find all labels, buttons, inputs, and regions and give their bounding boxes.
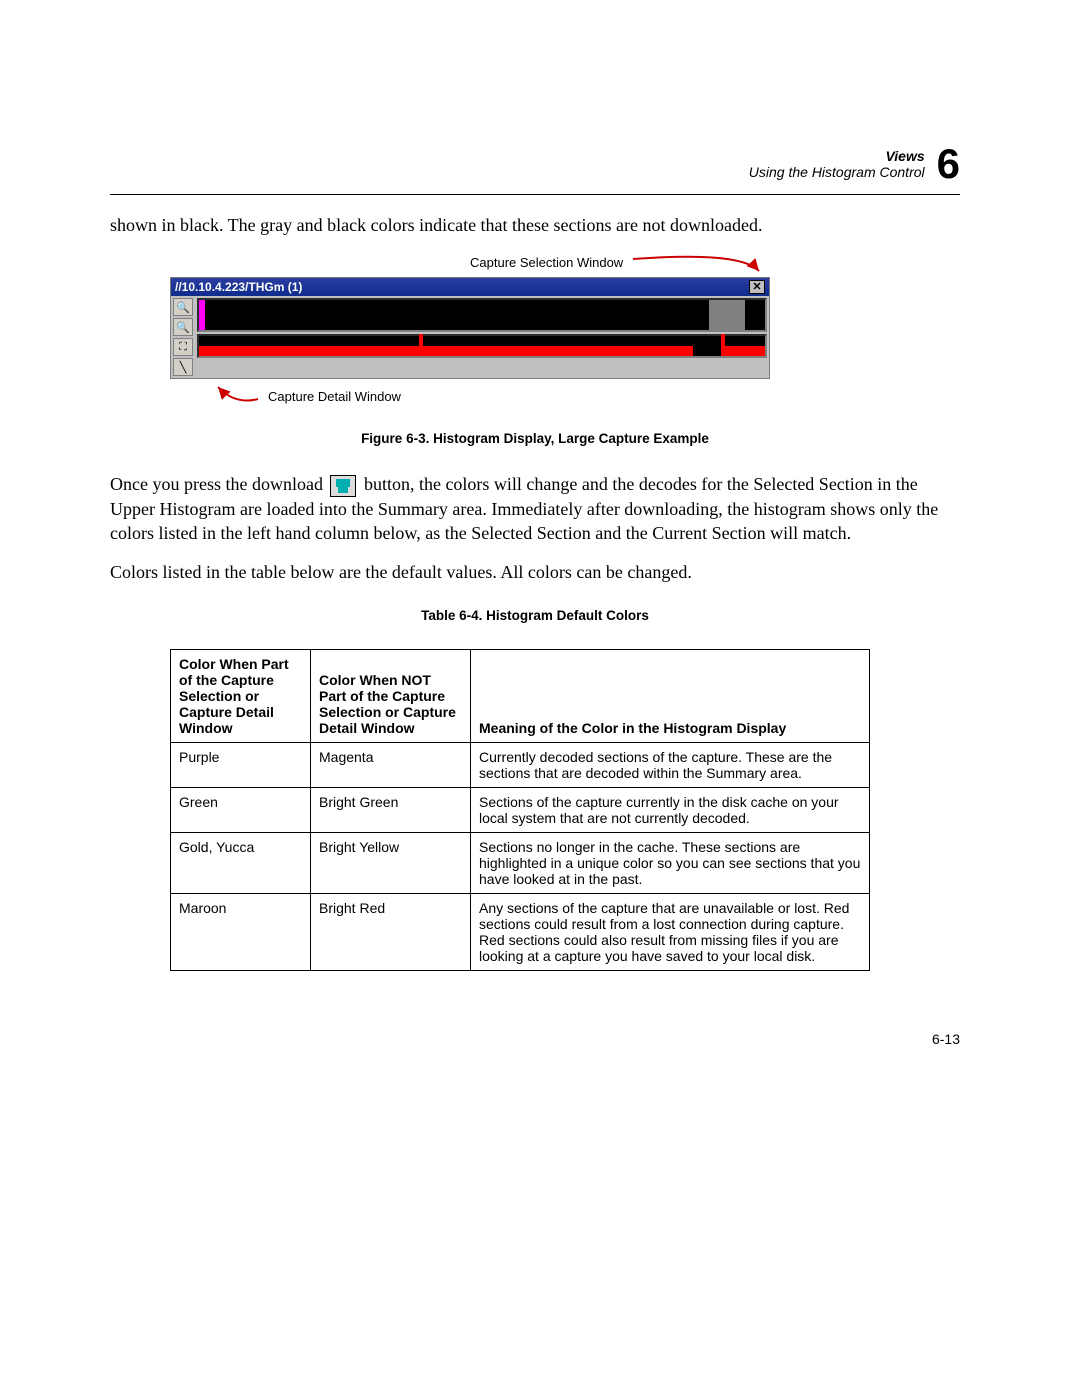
table-header-3: Meaning of the Color in the Histogram Di… [471, 650, 870, 743]
table-cell: Bright Yellow [311, 833, 471, 894]
table-caption: Table 6-4. Histogram Default Colors [110, 608, 960, 623]
table-cell: Any sections of the capture that are una… [471, 894, 870, 971]
table-row: Maroon Bright Red Any sections of the ca… [171, 894, 870, 971]
chapter-number: 6 [937, 140, 960, 188]
capture-selection-plot[interactable] [197, 298, 767, 332]
histogram-colors-table: Color When Part of the Capture Selection… [170, 649, 870, 971]
table-cell: Bright Red [311, 894, 471, 971]
callout-selection-window: Capture Selection Window [470, 251, 960, 273]
header-subsection: Using the Histogram Control [749, 164, 925, 180]
page-number: 6-13 [110, 1031, 960, 1047]
body-paragraph-3: Colors listed in the table below are the… [110, 560, 960, 584]
arrow-icon [210, 385, 260, 407]
table-cell: Purple [171, 743, 311, 788]
table-cell: Sections no longer in the cache. These s… [471, 833, 870, 894]
table-header-2: Color When NOT Part of the Capture Selec… [311, 650, 471, 743]
body-paragraph-1: shown in black. The gray and black color… [110, 213, 960, 237]
page-header: Views Using the Histogram Control 6 [110, 140, 960, 195]
figure-caption: Figure 6-3. Histogram Display, Large Cap… [110, 431, 960, 446]
table-cell: Maroon [171, 894, 311, 971]
body-paragraph-2: Once you press the download button, the … [110, 472, 960, 545]
download-icon[interactable] [330, 475, 356, 497]
table-cell: Green [171, 788, 311, 833]
callout-detail-window: Capture Detail Window [210, 385, 960, 407]
zoom-out-icon[interactable]: 🔍 [173, 318, 193, 336]
table-row: Gold, Yucca Bright Yellow Sections no lo… [171, 833, 870, 894]
histogram-titlebar: //10.10.4.223/THGm (1) ✕ [171, 278, 769, 296]
line-tool-icon[interactable]: ╲ [173, 358, 193, 376]
table-cell: Magenta [311, 743, 471, 788]
table-cell: Bright Green [311, 788, 471, 833]
table-cell: Sections of the capture currently in the… [471, 788, 870, 833]
fit-icon[interactable]: ⛶ [173, 338, 193, 356]
capture-detail-plot[interactable] [197, 334, 767, 358]
table-cell: Gold, Yucca [171, 833, 311, 894]
table-cell: Currently decoded sections of the captur… [471, 743, 870, 788]
callout-selection-label: Capture Selection Window [470, 255, 623, 270]
header-section: Views [749, 148, 925, 164]
table-row: Purple Magenta Currently decoded section… [171, 743, 870, 788]
histogram-figure: Capture Selection Window //10.10.4.223/T… [170, 251, 960, 407]
arrow-icon [631, 251, 771, 273]
callout-detail-label: Capture Detail Window [268, 389, 401, 404]
table-header-1: Color When Part of the Capture Selection… [171, 650, 311, 743]
histogram-toolbar: 🔍 🔍 ⛶ ╲ [171, 296, 195, 378]
histogram-window-title: //10.10.4.223/THGm (1) [175, 280, 302, 294]
table-row: Green Bright Green Sections of the captu… [171, 788, 870, 833]
histogram-window: //10.10.4.223/THGm (1) ✕ 🔍 🔍 ⛶ ╲ [170, 277, 770, 379]
close-icon[interactable]: ✕ [749, 280, 765, 294]
body-paragraph-2a: Once you press the download [110, 474, 327, 494]
zoom-in-icon[interactable]: 🔍 [173, 298, 193, 316]
